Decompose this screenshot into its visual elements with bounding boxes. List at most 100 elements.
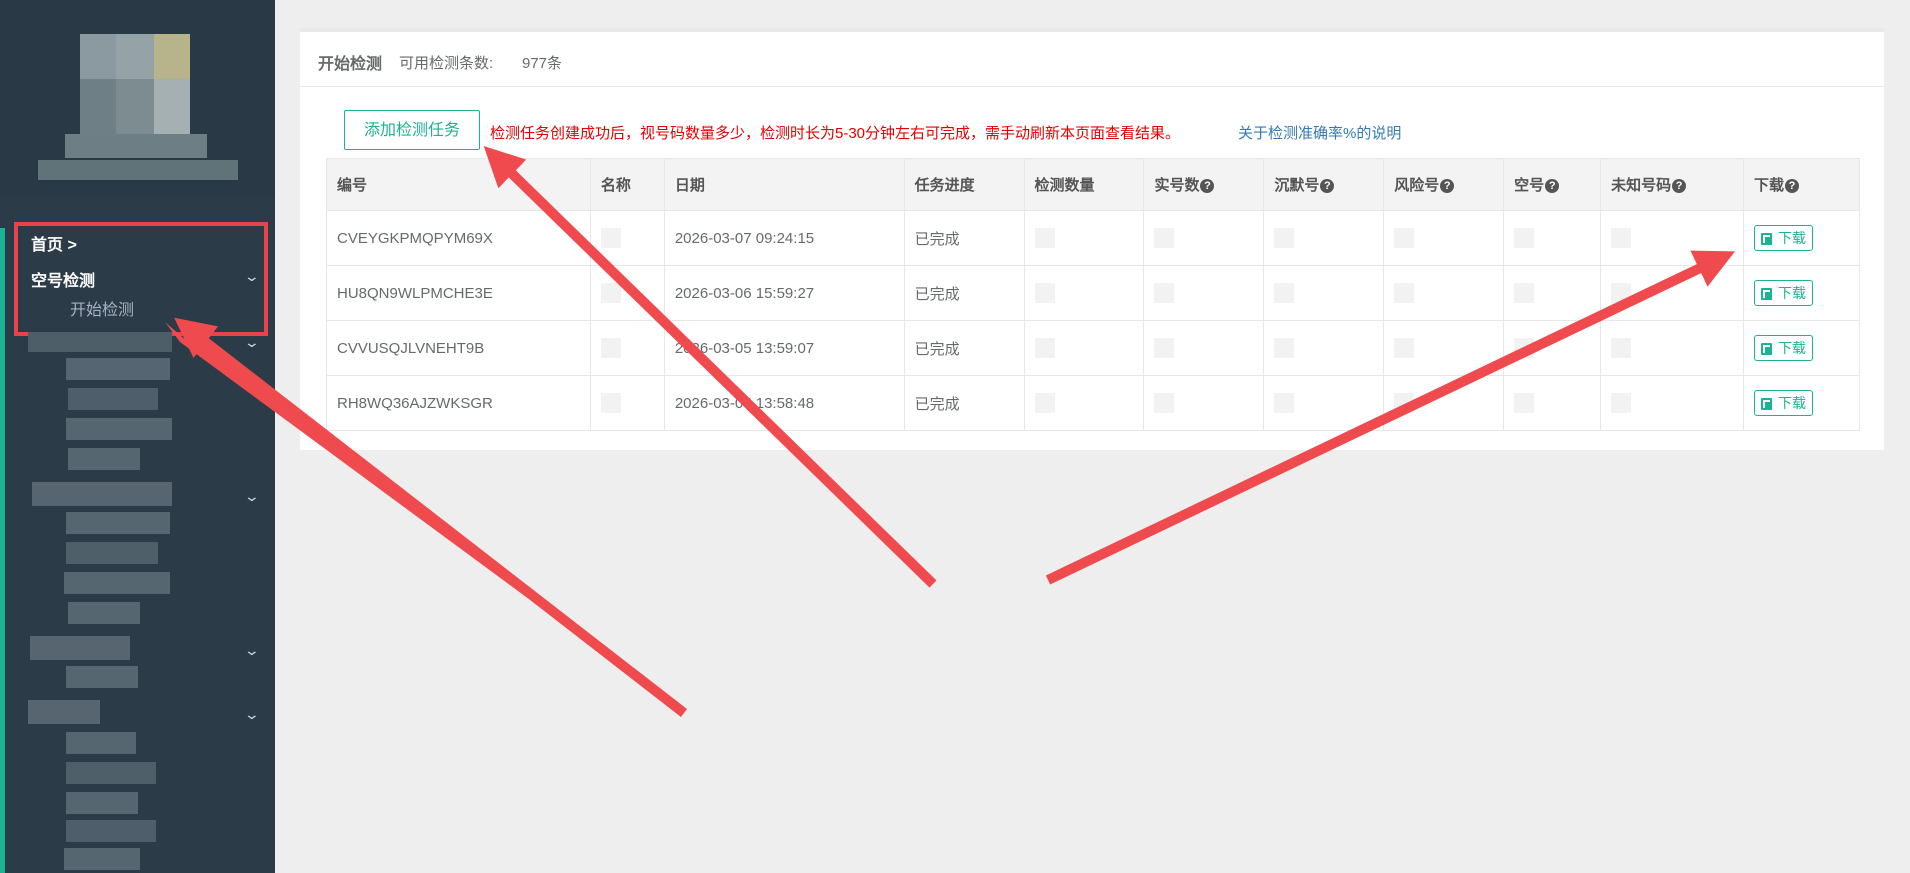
task-table: 编号 名称 日期 任务进度 检测数量 实号数? 沉默号? 风险号? 空号? 未知… xyxy=(326,158,1861,431)
blurred-menu-item[interactable] xyxy=(66,542,158,564)
help-icon[interactable]: ? xyxy=(1440,179,1455,193)
redacted-value xyxy=(1514,393,1535,413)
blurred-menu-item[interactable] xyxy=(68,448,140,470)
real-count xyxy=(1143,265,1265,321)
empty-count xyxy=(1503,210,1602,266)
help-icon[interactable]: ? xyxy=(1320,179,1335,193)
redacted-value xyxy=(1514,283,1535,303)
blurred-menu-section[interactable] xyxy=(32,482,172,506)
task-name xyxy=(589,375,665,431)
redacted-value xyxy=(1611,393,1632,413)
download-cell: 下载 xyxy=(1742,210,1861,266)
avatar xyxy=(80,34,190,134)
empty-count xyxy=(1503,375,1602,431)
column-header-download: 下载? xyxy=(1742,158,1861,211)
help-icon[interactable]: ? xyxy=(1545,179,1560,193)
redacted-value xyxy=(1154,393,1175,413)
redacted-value xyxy=(1154,338,1175,358)
empty-count xyxy=(1503,320,1602,376)
help-icon[interactable]: ? xyxy=(1200,179,1215,193)
task-status: 已完成 xyxy=(903,265,1025,321)
redacted-value xyxy=(1274,283,1295,303)
redacted-value xyxy=(1274,338,1295,358)
column-header-progress: 任务进度 xyxy=(903,158,1025,211)
redacted-value xyxy=(1394,338,1415,358)
brand-logo xyxy=(65,134,207,158)
download-button[interactable]: 下载 xyxy=(1753,390,1813,416)
blurred-menu-item[interactable] xyxy=(66,792,138,814)
redacted-value xyxy=(600,338,621,358)
sidebar-active-indicator xyxy=(0,228,5,873)
redacted-value xyxy=(1611,338,1632,358)
task-date: 2026-03-05 13:59:07 xyxy=(663,320,905,376)
blurred-menu-item[interactable] xyxy=(28,332,172,352)
download-button[interactable]: 下载 xyxy=(1753,225,1813,251)
blurred-menu-item[interactable] xyxy=(66,358,170,380)
sidebar: 首页 > 空号检测 ⌄ 开始检测 ⌄ ⌄ ⌄ ⌄ xyxy=(0,0,275,873)
table-row: HU8QN9WLPMCHE3E 2026-03-06 15:59:27 已完成 … xyxy=(326,265,1861,321)
table-row: RH8WQ36AJZWKSGR 2026-03-05 13:58:48 已完成 … xyxy=(326,375,1861,431)
chevron-down-icon[interactable]: ⌄ xyxy=(244,334,260,351)
quota-value: 977条 xyxy=(522,55,563,72)
redacted-value xyxy=(600,283,621,303)
accuracy-explanation-link[interactable]: 关于检测准确率%的说明 xyxy=(1238,122,1401,143)
table-header-row: 编号 名称 日期 任务进度 检测数量 实号数? 沉默号? 风险号? 空号? 未知… xyxy=(326,158,1861,211)
column-header-silent-numbers: 沉默号? xyxy=(1263,158,1385,211)
add-task-button[interactable]: 添加检测任务 xyxy=(344,110,480,150)
task-id: RH8WQ36AJZWKSGR xyxy=(326,375,591,431)
blurred-menu-item[interactable] xyxy=(66,762,156,784)
chevron-down-icon[interactable]: ⌄ xyxy=(244,642,260,659)
blurred-menu-item[interactable] xyxy=(66,732,136,754)
check-count xyxy=(1023,265,1145,321)
blurred-menu-item[interactable] xyxy=(64,848,140,870)
column-header-id: 编号 xyxy=(326,158,591,211)
task-date: 2026-03-05 13:58:48 xyxy=(663,375,905,431)
risk-count xyxy=(1383,210,1505,266)
blurred-menu-item[interactable] xyxy=(66,666,138,688)
quota-label: 可用检测条数: xyxy=(399,55,494,72)
blurred-menu-section[interactable] xyxy=(28,700,100,724)
panel-header: 开始检测 可用检测条数: 977条 xyxy=(300,32,1884,87)
silent-count xyxy=(1263,210,1385,266)
real-count xyxy=(1143,375,1265,431)
download-button[interactable]: 下载 xyxy=(1753,280,1813,306)
download-cell: 下载 xyxy=(1742,375,1861,431)
annotation-highlight-box xyxy=(14,222,268,336)
task-status: 已完成 xyxy=(903,210,1025,266)
empty-count xyxy=(1503,265,1602,321)
task-name xyxy=(589,320,665,376)
unknown-count xyxy=(1600,210,1744,266)
blurred-menu-item[interactable] xyxy=(68,388,158,410)
silent-count xyxy=(1263,320,1385,376)
redacted-value xyxy=(1154,283,1175,303)
brand-logo-text xyxy=(38,160,238,180)
redacted-value xyxy=(1611,228,1632,248)
notice-text: 检测任务创建成功后，视号码数量多少，检测时长为5-30分钟左右可完成，需手动刷新… xyxy=(490,125,1181,142)
redacted-value xyxy=(1611,283,1632,303)
help-icon[interactable]: ? xyxy=(1672,179,1687,193)
redacted-value xyxy=(1274,393,1295,413)
chevron-down-icon[interactable]: ⌄ xyxy=(244,706,260,723)
real-count xyxy=(1143,320,1265,376)
redacted-value xyxy=(600,228,621,248)
help-icon[interactable]: ? xyxy=(1784,179,1799,193)
blurred-menu-item[interactable] xyxy=(66,418,172,440)
blurred-menu-item[interactable] xyxy=(66,512,170,534)
redacted-value xyxy=(1394,228,1415,248)
download-button[interactable]: 下载 xyxy=(1753,335,1813,361)
task-panel: 开始检测 可用检测条数: 977条 添加检测任务 检测任务创建成功后，视号码数量… xyxy=(300,28,1884,450)
column-header-empty-numbers: 空号? xyxy=(1503,158,1602,211)
download-cell: 下载 xyxy=(1742,265,1861,321)
blurred-menu-section[interactable] xyxy=(30,636,130,660)
blurred-menu-item[interactable] xyxy=(68,602,140,624)
check-count xyxy=(1023,210,1145,266)
redacted-value xyxy=(1394,393,1415,413)
page-title: 开始检测 xyxy=(318,56,383,73)
blurred-menu-item[interactable] xyxy=(66,820,156,842)
redacted-value xyxy=(1034,338,1055,358)
redacted-value xyxy=(1514,338,1535,358)
check-count xyxy=(1023,320,1145,376)
task-id: CVEYGKPMQPYM69X xyxy=(326,210,591,266)
chevron-down-icon[interactable]: ⌄ xyxy=(244,488,260,505)
blurred-menu-item[interactable] xyxy=(64,572,170,594)
